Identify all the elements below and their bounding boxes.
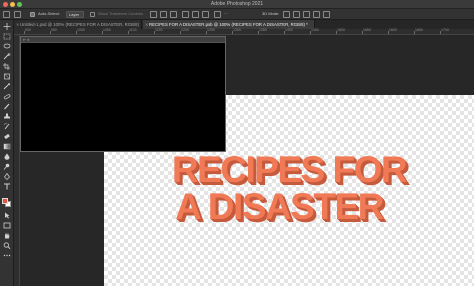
ruler-number: 1200	[181, 28, 189, 32]
3d-pan-icon[interactable]	[303, 11, 310, 18]
pen-tool-icon[interactable]	[3, 173, 11, 180]
3d-orbit-icon[interactable]	[283, 11, 290, 18]
align-center-icon[interactable]	[160, 11, 167, 18]
ruler-number: 1550	[363, 28, 371, 32]
auto-select-dropdown[interactable]: Layer	[66, 11, 84, 18]
rectangle-tool-icon[interactable]	[3, 222, 11, 229]
foreground-color-swatch[interactable]	[2, 198, 8, 204]
eraser-tool-icon[interactable]	[3, 133, 11, 140]
ruler-number: 900	[25, 28, 31, 32]
ruler-number: 1150	[155, 28, 163, 32]
lasso-tool-icon[interactable]	[3, 43, 11, 50]
blur-tool-icon[interactable]	[3, 153, 11, 160]
align-bottom-icon[interactable]	[202, 11, 209, 18]
ruler-number: 1500	[337, 28, 345, 32]
tab-label: Untitled-1.psd @ 100% (RECIPES FOR A DIS…	[20, 22, 139, 27]
ruler-number: 1700	[441, 28, 449, 32]
path-select-tool-icon[interactable]	[3, 212, 11, 219]
show-transform-checkbox[interactable]	[90, 12, 95, 17]
brush-tool-icon[interactable]	[3, 103, 11, 110]
align-right-icon[interactable]	[170, 11, 177, 18]
ruler-number: 1350	[259, 28, 267, 32]
ruler-number: 1100	[129, 28, 137, 32]
options-bar: Auto-Select: Layer Show Transform Contro…	[0, 9, 474, 20]
auto-select-checkbox[interactable]	[30, 12, 35, 17]
marquee-tool-icon[interactable]	[3, 33, 11, 40]
more-options-icon[interactable]: ···	[224, 11, 228, 16]
tools-panel	[0, 20, 14, 286]
3d-roll-icon[interactable]	[293, 11, 300, 18]
ruler-number: 1250	[207, 28, 215, 32]
preview-window-content	[21, 43, 225, 151]
close-tab-icon[interactable]: ✕	[145, 20, 148, 29]
preview-window-controls[interactable]: ⇤ ✕	[23, 38, 30, 42]
auto-select-label: Auto-Select:	[38, 11, 60, 16]
frame-tool-icon[interactable]	[3, 73, 11, 80]
ruler-number: 1450	[311, 28, 319, 32]
3d-mode-label: 3D Mode:	[262, 11, 280, 16]
eyedropper-tool-icon[interactable]	[3, 83, 11, 90]
artwork-line1: RECIPES FOR	[172, 149, 407, 190]
move-tool-icon[interactable]	[3, 23, 11, 30]
artwork-line2: A DISASTER	[175, 186, 383, 226]
zoom-tool-icon[interactable]	[3, 242, 11, 249]
align-top-icon[interactable]	[182, 11, 189, 18]
healing-brush-tool-icon[interactable]	[3, 93, 11, 100]
ruler-number: 950	[51, 28, 57, 32]
type-tool-icon[interactable]	[3, 183, 11, 190]
home-icon[interactable]	[3, 11, 10, 18]
ruler-number: 1650	[415, 28, 423, 32]
close-tab-icon[interactable]: ✕	[16, 20, 19, 29]
quick-select-tool-icon[interactable]	[3, 53, 11, 60]
photoshop-window: Adobe Photoshop 2021 Auto-Select: Layer …	[0, 0, 474, 286]
history-brush-tool-icon[interactable]	[3, 123, 11, 130]
hand-tool-icon[interactable]	[3, 232, 11, 239]
align-left-icon[interactable]	[150, 11, 157, 18]
ruler-number: 1400	[285, 28, 293, 32]
ruler-number: 1000	[77, 28, 85, 32]
move-tool-preset-icon[interactable]	[14, 11, 21, 18]
tab-label: RECIPES FOR A DISASTER.psb @ 100% (RECIP…	[149, 22, 308, 27]
gradient-tool-icon[interactable]	[3, 143, 11, 150]
more-tools-icon[interactable]	[3, 252, 11, 259]
crop-tool-icon[interactable]	[3, 63, 11, 70]
align-middle-icon[interactable]	[192, 11, 199, 18]
dodge-tool-icon[interactable]	[3, 163, 11, 170]
floating-preview-window[interactable]: ⇤ ✕	[20, 36, 226, 152]
show-transform-label: Show Transform Controls	[98, 11, 144, 16]
distribute-icon[interactable]	[214, 11, 221, 18]
ruler-number: 1050	[103, 28, 111, 32]
3d-slide-icon[interactable]	[313, 11, 320, 18]
ruler-number: 1300	[233, 28, 241, 32]
ruler-number: 1600	[389, 28, 397, 32]
artwork-text[interactable]: RECIPES FOR RECIPES FOR RECIPES FOR RECI…	[104, 146, 474, 226]
title-bar: Adobe Photoshop 2021	[0, 0, 474, 9]
clone-stamp-tool-icon[interactable]	[3, 113, 11, 120]
3d-scale-icon[interactable]	[323, 11, 330, 18]
window-title: Adobe Photoshop 2021	[210, 1, 264, 7]
